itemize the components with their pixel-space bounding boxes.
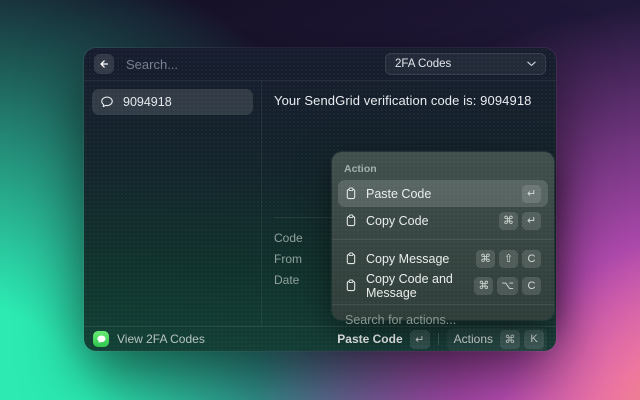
action-item-label: Copy Code (366, 213, 429, 228)
c-keycap: C (522, 249, 541, 268)
action-search-input[interactable] (345, 313, 541, 327)
action-item-copy-message[interactable]: Copy Message ⌘ ⇧ C (338, 245, 548, 272)
clipboard-icon (345, 187, 357, 200)
command-keycap: ⌘ (476, 249, 495, 268)
c-keycap: C (522, 276, 541, 295)
list-item-2fa-code[interactable]: 9094918 (92, 89, 253, 115)
chat-bubble-icon (100, 95, 114, 109)
clipboard-icon (345, 252, 357, 265)
action-item-label: Copy Code and Message (366, 271, 453, 300)
top-bar: 2FA Codes (84, 48, 556, 81)
clipboard-icon (345, 214, 357, 227)
back-arrow-icon (98, 58, 110, 70)
dropdown-selected-value: 2FA Codes (395, 58, 452, 70)
return-keycap: ↵ (522, 184, 541, 203)
statusbar-app-label: View 2FA Codes (117, 332, 205, 346)
message-text: Your SendGrid verification code is: 9094… (274, 93, 532, 108)
chevron-down-icon (527, 61, 536, 67)
action-menu: Action Paste Code ↵ Copy Code ⌘ ↵ Copy M… (332, 152, 554, 327)
command-dropdown[interactable]: 2FA Codes (385, 53, 546, 75)
clipboard-icon (345, 279, 357, 292)
results-sidebar: 9094918 (84, 81, 262, 326)
action-item-copy-code[interactable]: Copy Code ⌘ ↵ (338, 207, 548, 234)
action-item-label: Paste Code (366, 186, 432, 201)
back-button[interactable] (94, 54, 114, 74)
command-keycap: ⌘ (474, 276, 494, 295)
action-group-divider (332, 239, 554, 240)
launcher-window: 2FA Codes 9094918 Your SendGrid verifica… (84, 48, 556, 351)
shift-keycap: ⇧ (499, 249, 518, 268)
option-keycap: ⌥ (497, 276, 518, 295)
action-item-paste-code[interactable]: Paste Code ↵ (338, 180, 548, 207)
command-keycap: ⌘ (499, 211, 518, 230)
green-messages-icon (93, 331, 109, 347)
action-search-row (332, 304, 554, 335)
desktop-background: 2FA Codes 9094918 Your SendGrid verifica… (0, 0, 640, 400)
list-item-label: 9094918 (123, 95, 172, 109)
action-item-label: Copy Message (366, 251, 450, 266)
action-item-copy-code-and-message[interactable]: Copy Code and Message ⌘ ⌥ C (338, 271, 548, 300)
search-input[interactable] (126, 56, 385, 72)
return-keycap: ↵ (522, 211, 541, 230)
action-section-title: Action (344, 163, 377, 175)
